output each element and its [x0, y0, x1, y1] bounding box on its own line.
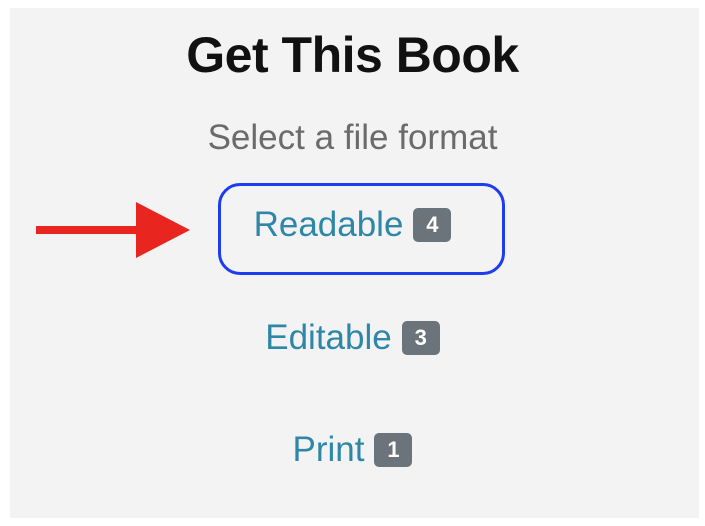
format-print-label[interactable]: Print	[293, 430, 365, 470]
format-editable-label[interactable]: Editable	[265, 318, 391, 358]
page-title: Get This Book	[186, 27, 519, 83]
format-readable[interactable]: Readable 4	[0, 205, 705, 245]
format-editable[interactable]: Editable 3	[0, 318, 705, 358]
format-readable-count-badge: 4	[413, 208, 452, 242]
format-print[interactable]: Print 1	[0, 430, 705, 470]
page-subtitle: Select a file format	[207, 118, 498, 157]
format-readable-label[interactable]: Readable	[254, 205, 404, 245]
format-editable-count-badge: 3	[401, 321, 440, 355]
format-print-count-badge: 1	[374, 433, 413, 467]
